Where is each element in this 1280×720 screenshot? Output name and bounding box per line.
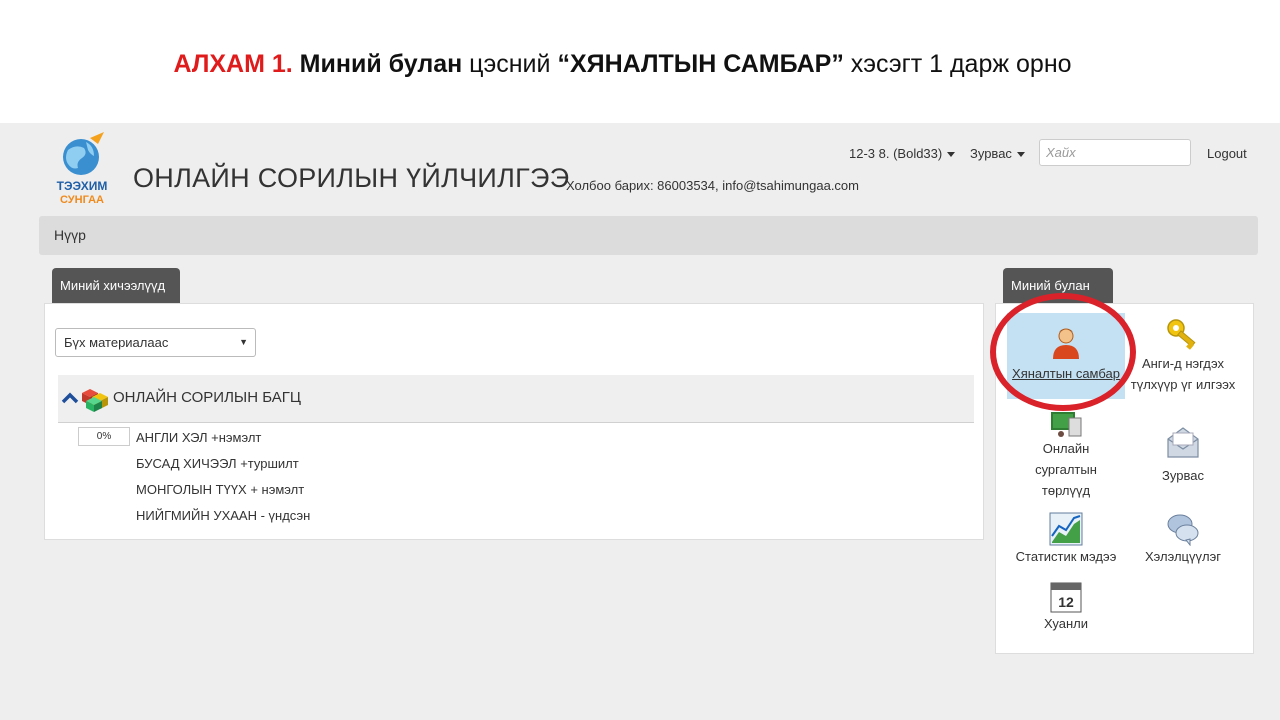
online-courses-tile[interactable]: Онлайн сургалтын төрлүүд <box>1007 408 1125 501</box>
app-window: ТЭЭХИМ СУНГАА ОНЛАЙН СОРИЛЫН ҮЙЛЧИЛГЭЭ Х… <box>0 123 1280 720</box>
courses-label-2: сургалтын <box>1035 462 1097 477</box>
messages-tile[interactable]: Зурвас <box>1124 425 1242 486</box>
chat-bubbles-icon <box>1167 514 1199 546</box>
courses-label-3: төрлүүд <box>1041 483 1091 498</box>
course-progress: 0% <box>78 427 130 446</box>
calendar-tile[interactable]: 12 Хуанли <box>1007 579 1125 634</box>
instruction-text-1: цэсний <box>462 50 558 78</box>
calendar-icon: 12 <box>1050 582 1082 613</box>
instruction-text-2: хэсэгт 1 дарж орно <box>843 50 1072 78</box>
user-menu-label: 12-3 8. (Bold33) <box>849 146 943 161</box>
course-link[interactable]: МОНГОЛЫН ТҮҮХ + нэмэлт <box>136 482 304 497</box>
material-filter-value: Бүх материалаас <box>64 335 169 350</box>
class-key-tile[interactable]: Анги-д нэгдэх түлхүүр үг илгээх <box>1124 317 1242 395</box>
messages-menu-label: Зурвас <box>970 146 1012 161</box>
site-title: ОНЛАЙН СОРИЛЫН ҮЙЛЧИЛГЭЭ <box>133 163 570 193</box>
course-link[interactable]: АНГЛИ ХЭЛ +нэмэлт <box>136 430 261 445</box>
my-courses-panel: Бүх материалаас ▼ ОНЛАЙН СОРИЛЫН БАГЦ 0%… <box>44 303 984 540</box>
dashboard-tile[interactable]: Хяналтын самбар <box>1007 313 1125 399</box>
breadcrumb-home[interactable]: Нүүр <box>54 227 86 243</box>
tab-my-courses[interactable]: Миний хичээлүүд <box>52 268 180 304</box>
instruction-section-name: “ХЯНАЛТЫН САМБАР” <box>557 50 844 78</box>
messages-menu[interactable]: Зурвас <box>970 146 1025 161</box>
class-key-label-2: түлхүүр үг илгээх <box>1130 377 1236 392</box>
package-header[interactable]: ОНЛАЙН СОРИЛЫН БАГЦ <box>58 375 974 423</box>
calendar-label: Хуанли <box>1044 616 1088 631</box>
svg-text:12: 12 <box>1058 594 1074 610</box>
chevron-down-icon <box>1016 152 1025 158</box>
user-icon <box>1053 328 1079 359</box>
courses-icon <box>1051 412 1082 437</box>
select-arrow-icon: ▼ <box>239 337 248 347</box>
tab-my-corner[interactable]: Миний булан <box>1003 268 1113 304</box>
chart-icon <box>1049 512 1083 546</box>
contact-info: Холбоо барих: 86003534, info@tsahimungaa… <box>566 178 859 193</box>
logout-link[interactable]: Logout <box>1207 146 1247 161</box>
statistics-tile[interactable]: Статистик мэдээ <box>1007 512 1125 567</box>
instruction-banner: АЛХАМ 1. Миний булан цэсний “ХЯНАЛТЫН СА… <box>0 50 1245 79</box>
my-corner-panel: Хяналтын самбар Анги-д нэгдэх түлхүүр үг… <box>995 303 1254 654</box>
key-icon <box>1167 319 1196 350</box>
instruction-step: АЛХАМ 1. <box>173 50 293 78</box>
package-cubes-icon <box>82 389 108 412</box>
chevron-down-icon <box>947 152 956 158</box>
package-title: ОНЛАЙН СОРИЛЫН БАГЦ <box>113 389 301 406</box>
messages-label: Зурвас <box>1162 468 1204 483</box>
chevron-up-icon[interactable] <box>61 389 79 407</box>
dashboard-label: Хяналтын самбар <box>1012 366 1120 381</box>
breadcrumb: Нүүр <box>39 216 1258 255</box>
course-link[interactable]: БУСАД ХИЧЭЭЛ +туршилт <box>136 456 299 471</box>
search-input[interactable] <box>1039 139 1191 166</box>
svg-text:СУНГАА: СУНГАА <box>60 194 104 206</box>
material-filter-select[interactable]: Бүх материалаас ▼ <box>55 328 256 357</box>
class-key-label-1: Анги-д нэгдэх <box>1141 356 1225 371</box>
courses-label-1: Онлайн <box>1042 441 1090 456</box>
user-menu[interactable]: 12-3 8. (Bold33) <box>849 146 956 161</box>
envelope-icon <box>1167 427 1199 458</box>
site-logo[interactable]: ТЭЭХИМ СУНГАА <box>48 132 116 208</box>
course-link[interactable]: НИЙГМИЙН УХААН - үндсэн <box>136 508 310 523</box>
svg-text:ТЭЭХИМ: ТЭЭХИМ <box>57 179 108 193</box>
logo-globe-icon: ТЭЭХИМ СУНГАА <box>57 132 108 206</box>
discussion-tile[interactable]: Хэлэлцүүлэг <box>1124 512 1242 567</box>
statistics-label: Статистик мэдээ <box>1015 549 1117 564</box>
discussion-label: Хэлэлцүүлэг <box>1145 549 1221 564</box>
instruction-menu-name: Миний булан <box>299 50 463 78</box>
